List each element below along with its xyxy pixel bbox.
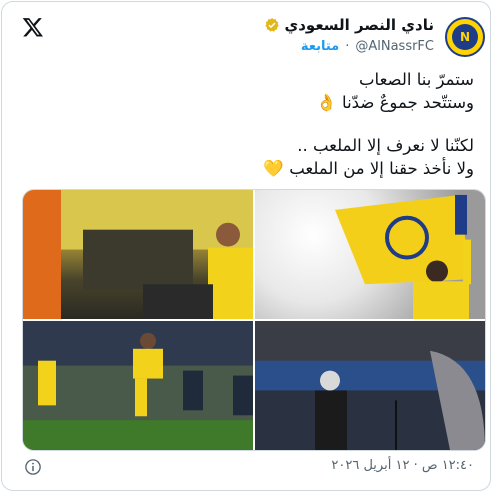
photo-player-celebration[interactable]: [23, 190, 253, 319]
separator-dot: ·: [345, 39, 350, 54]
photo-illustration: [23, 190, 253, 319]
tweet-card[interactable]: N نادي النصر السعودي @AlNassrFC · متابعة…: [1, 1, 491, 491]
photo-illustration: [255, 321, 485, 450]
line-break: [34, 114, 474, 134]
tweet-line: ستمرّ بنا الصعاب: [359, 70, 474, 89]
timestamp[interactable]: ١٢:٤٠ ص · ١٢ أبريل ٢٠٢٦: [331, 458, 474, 473]
club-logo: N: [452, 24, 478, 50]
photo-coach-sideline[interactable]: [255, 321, 485, 450]
tweet-line: لكنّنا لا نعرف إلا الملعب ..: [297, 136, 474, 155]
author-handle-row: @AlNassrFC · متابعة: [301, 39, 434, 54]
info-icon[interactable]: [24, 458, 42, 476]
avatar[interactable]: N: [445, 17, 485, 57]
photo-illustration: [23, 321, 253, 450]
author-name-row: نادي النصر السعودي: [264, 16, 434, 34]
tweet-line: ولا نأخذ حقنا إلا من الملعب 💛: [263, 159, 474, 178]
photo-flag-waving[interactable]: [255, 190, 485, 319]
tweet-text: ستمرّ بنا الصعاب وستتّحد جموعٌ ضدّنا 👌 ل…: [34, 68, 474, 180]
verified-badge-icon: [265, 18, 280, 32]
photo-match-action[interactable]: [23, 321, 253, 450]
photo-illustration: [335, 194, 471, 319]
media-grid: [22, 189, 486, 451]
display-name[interactable]: نادي النصر السعودي: [284, 16, 434, 34]
follow-button[interactable]: متابعة: [301, 39, 339, 54]
handle[interactable]: @AlNassrFC: [355, 39, 434, 54]
x-logo-icon[interactable]: [22, 16, 44, 38]
tweet-line: وستتّحد جموعٌ ضدّنا 👌: [316, 93, 474, 112]
